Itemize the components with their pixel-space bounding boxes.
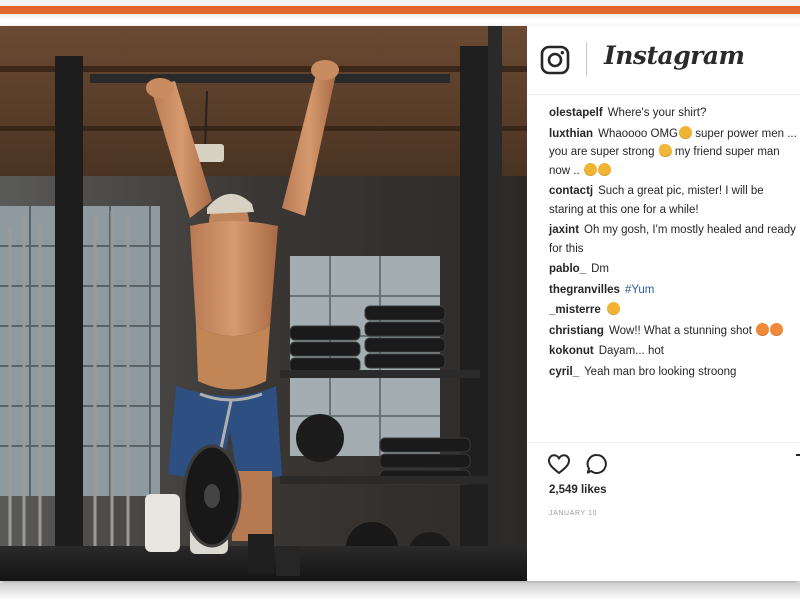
comment-text: Yeah man bro looking stroong — [584, 365, 737, 378]
instagram-header: Instagram — [527, 26, 800, 95]
comment-item: contactj Such a great pic, mister! I will… — [549, 182, 799, 219]
post-actions-bar — [547, 452, 800, 480]
comment-text: Whaoooo OMG — [598, 127, 678, 140]
comment-text: Where's your shirt? — [607, 107, 707, 119]
comment-text: Dm — [591, 263, 609, 275]
instagram-camera-icon[interactable] — [540, 45, 570, 75]
comment-text: Wow!! What a stunning shot — [608, 324, 756, 337]
comment-item: christiang Wow!! What a stunning shot — [549, 322, 799, 341]
comment-username[interactable]: jaxint — [549, 224, 579, 236]
smile-emoji-icon — [606, 302, 620, 315]
comment-username[interactable]: contactj — [549, 185, 593, 197]
heart-eyes-emoji-icon — [770, 322, 784, 336]
gym-photo-illustration — [0, 26, 527, 581]
comment-item: jaxint Oh my gosh, I'm mostly healed and … — [549, 221, 799, 258]
comment-username[interactable]: olestapelf — [549, 107, 603, 119]
comment-item: cyril_ Yeah man bro looking stroong — [549, 363, 799, 382]
smile-emoji-icon — [597, 162, 611, 176]
comment-item: pablo_ Dm — [549, 260, 799, 279]
heart-eyes-emoji-icon — [756, 322, 770, 336]
comment-username[interactable]: _misterre — [549, 304, 601, 316]
post-photo[interactable] — [0, 26, 527, 581]
scream-emoji-icon — [679, 125, 692, 139]
comment-username[interactable]: christiang — [549, 325, 604, 337]
comment-item: luxthian Whaoooo OMG super power men ... … — [549, 125, 799, 181]
heart-icon[interactable] — [547, 452, 571, 476]
flexed-biceps-emoji-icon — [658, 144, 672, 157]
post-side-panel: Instagram olestapelf Where's your shirt? … — [527, 26, 800, 581]
comment-text: Dayam... hot — [598, 345, 664, 357]
likes-count[interactable]: 2,549 likes — [549, 484, 607, 496]
comment-username[interactable]: pablo_ — [549, 263, 586, 275]
comment-item: _misterre — [549, 301, 799, 320]
post-date: JANUARY 10 — [549, 510, 598, 517]
actions-divider — [527, 442, 800, 443]
cool-face-emoji-icon — [583, 162, 597, 176]
comment-bubble-icon[interactable] — [585, 452, 609, 476]
comment-username[interactable]: kokonut — [549, 345, 594, 357]
bookmark-icon[interactable] — [795, 454, 800, 474]
header-separator — [586, 42, 587, 76]
instagram-post-card: Instagram olestapelf Where's your shirt? … — [0, 26, 800, 581]
comment-item: kokonut Dayam... hot — [549, 342, 799, 361]
comment-text: Oh my gosh, I'm mostly healed and ready … — [549, 224, 796, 255]
comment-username[interactable]: cyril_ — [549, 366, 579, 378]
instagram-wordmark[interactable]: Instagram — [604, 41, 745, 70]
comment-list: olestapelf Where's your shirt? luxthian Wh… — [549, 104, 799, 383]
hashtag-link[interactable]: #Yum — [625, 284, 654, 296]
comment-item: olestapelf Where's your shirt? — [549, 104, 799, 123]
comment-username[interactable]: luxthian — [549, 128, 593, 140]
comment-username[interactable]: thegranvilles — [549, 284, 620, 296]
bottom-shadow — [0, 583, 800, 600]
comment-item: thegranvilles #Yum — [549, 281, 799, 300]
top-accent-band — [0, 0, 800, 20]
